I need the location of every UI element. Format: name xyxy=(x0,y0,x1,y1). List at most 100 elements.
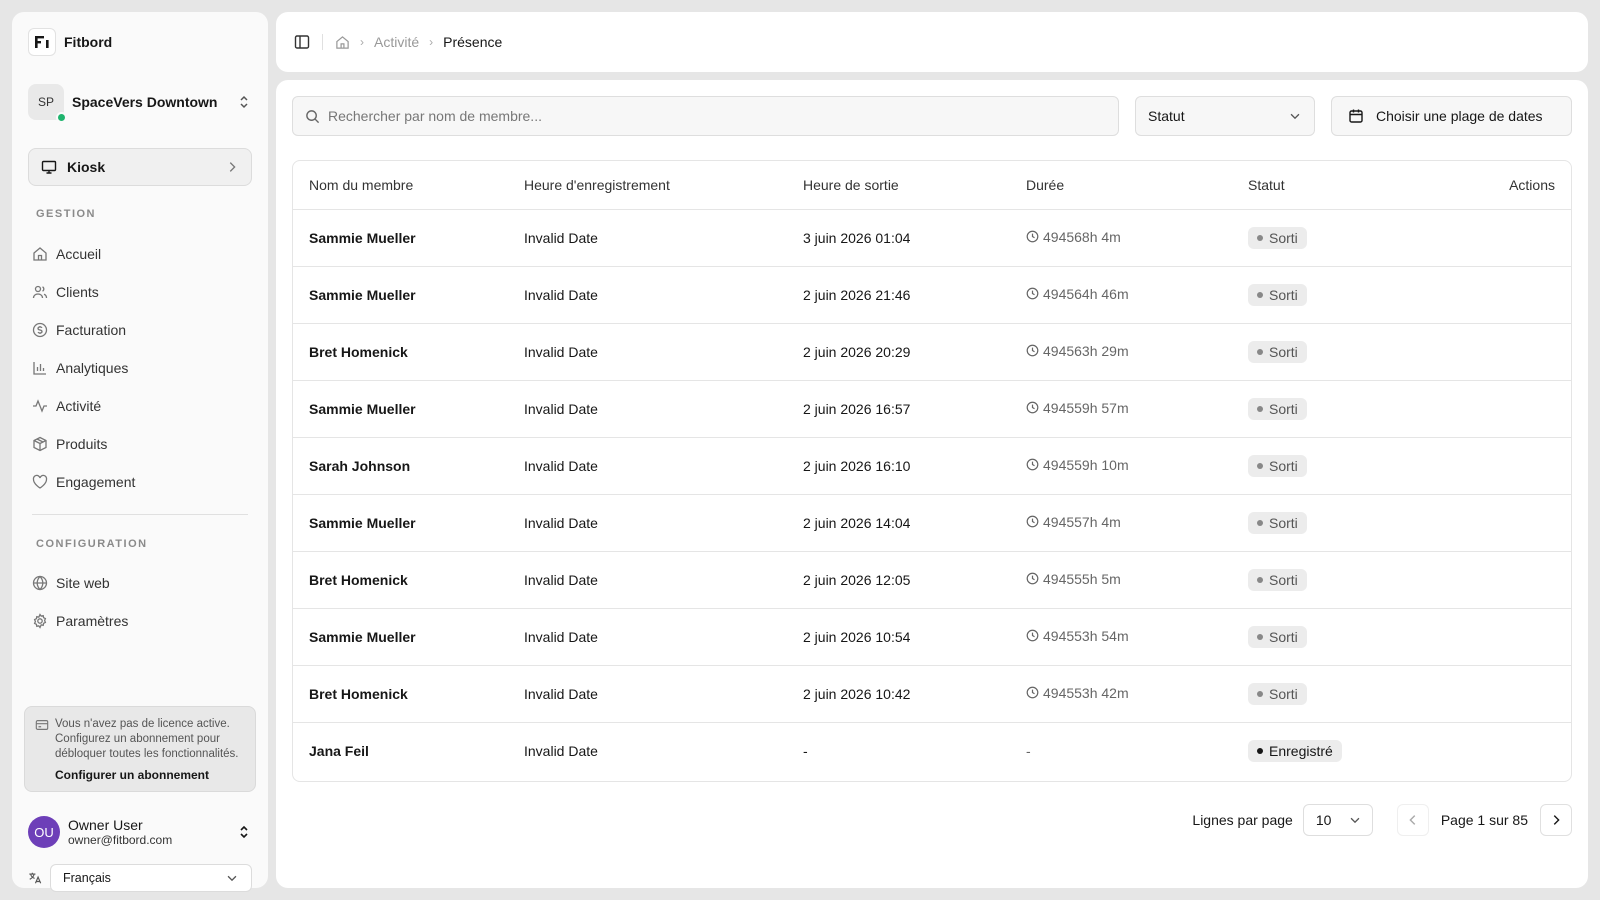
status-cell: Sorti xyxy=(1232,380,1412,438)
organization-switcher[interactable]: SP SpaceVers Downtown xyxy=(28,82,252,123)
duration-cell: 494555h 5m xyxy=(1010,551,1232,609)
checkin-cell: Invalid Date xyxy=(508,266,787,324)
user-menu[interactable]: OU Owner User owner@fitbord.com xyxy=(28,814,252,850)
clock-icon xyxy=(1026,629,1039,642)
actions-cell xyxy=(1412,323,1571,381)
language-select[interactable]: Français xyxy=(50,864,252,892)
language-row: Français xyxy=(28,864,252,892)
member-name-cell: Bret Homenick xyxy=(293,665,508,723)
status-filter-label: Statut xyxy=(1148,108,1185,124)
status-dot xyxy=(1257,519,1263,526)
clock-icon xyxy=(1026,515,1039,528)
table-row[interactable]: Jana Feil Invalid Date - - Enregistré xyxy=(293,722,1571,779)
main-content: Statut Choisir une plage de dates Nom du… xyxy=(276,80,1588,888)
next-page-button[interactable] xyxy=(1540,804,1572,836)
sidebar-item-accueil[interactable]: Accueil xyxy=(32,239,252,269)
status-dot xyxy=(1257,576,1263,583)
activity-icon xyxy=(33,399,47,413)
home-icon[interactable] xyxy=(335,35,350,50)
duration-cell: 494568h 4m xyxy=(1010,209,1232,267)
sidebar-item-parametres[interactable]: Paramètres xyxy=(32,606,252,636)
configure-subscription-link[interactable]: Configurer un abonnement xyxy=(55,768,245,784)
checkout-cell: 2 juin 2026 21:46 xyxy=(787,266,1010,324)
status-badge: Sorti xyxy=(1248,283,1307,306)
previous-page-button[interactable] xyxy=(1396,804,1429,836)
rows-per-page-select[interactable]: 10 xyxy=(1302,804,1373,836)
status-cell: Enregistré xyxy=(1232,722,1412,779)
sidebar-item-site-web[interactable]: Site web xyxy=(32,568,252,598)
org-initials: SP xyxy=(37,95,54,109)
sidebar-toggle-icon[interactable] xyxy=(294,34,310,50)
status-cell: Sorti xyxy=(1232,551,1412,609)
clock-icon xyxy=(1026,401,1039,414)
actions-cell xyxy=(1412,551,1571,609)
chevron-right-icon xyxy=(229,162,236,172)
table-row[interactable]: Sammie Mueller Invalid Date 2 juin 2026 … xyxy=(293,494,1571,552)
date-range-button[interactable]: Choisir une plage de dates xyxy=(1331,96,1572,136)
table-row[interactable]: Sammie Mueller Invalid Date 3 juin 2026 … xyxy=(293,209,1571,267)
clock-icon xyxy=(1026,287,1039,300)
sidebar-item-label: Paramètres xyxy=(56,613,129,629)
member-name-cell: Bret Homenick xyxy=(293,551,508,609)
sidebar-item-activite[interactable]: Activité xyxy=(32,391,252,421)
table-row[interactable]: Sammie Mueller Invalid Date 2 juin 2026 … xyxy=(293,608,1571,666)
table-row[interactable]: Sammie Mueller Invalid Date 2 juin 2026 … xyxy=(293,380,1571,438)
status-label: Sorti xyxy=(1269,457,1298,474)
checkin-cell: Invalid Date xyxy=(508,380,787,438)
duration-value: 494559h 57m xyxy=(1043,399,1129,416)
status-dot xyxy=(1257,234,1263,241)
status-badge: Sorti xyxy=(1248,397,1307,420)
sidebar-item-label: Produits xyxy=(56,436,108,452)
table-row[interactable]: Bret Homenick Invalid Date 2 juin 2026 2… xyxy=(293,323,1571,381)
table-row[interactable]: Sarah Johnson Invalid Date 2 juin 2026 1… xyxy=(293,437,1571,495)
status-filter-select[interactable]: Statut xyxy=(1135,96,1315,136)
calendar-icon xyxy=(1349,109,1363,123)
actions-cell xyxy=(1412,608,1571,666)
column-header-name[interactable]: Nom du membre xyxy=(293,161,508,210)
table-row[interactable]: Sammie Mueller Invalid Date 2 juin 2026 … xyxy=(293,266,1571,324)
chevrons-up-down-icon xyxy=(240,95,248,109)
chevrons-up-down-icon xyxy=(240,825,248,839)
dollar-icon xyxy=(32,322,48,338)
duration-value: 494568h 4m xyxy=(1043,228,1121,245)
sidebar-item-produits[interactable]: Produits xyxy=(32,429,252,459)
clock-icon xyxy=(1026,230,1039,243)
sidebar-item-engagement[interactable]: Engagement xyxy=(32,467,252,497)
chevron-down-icon xyxy=(1350,817,1360,824)
duration-value: 494564h 46m xyxy=(1043,285,1129,302)
duration-cell: 494553h 54m xyxy=(1010,608,1232,666)
gear-icon xyxy=(33,613,47,629)
status-label: Sorti xyxy=(1269,628,1298,645)
date-range-label: Choisir une plage de dates xyxy=(1376,108,1543,124)
checkin-cell: Invalid Date xyxy=(508,665,787,723)
brand[interactable]: Fitbord xyxy=(28,28,112,56)
sidebar-item-analytiques[interactable]: Analytiques xyxy=(32,353,252,383)
checkin-cell: Invalid Date xyxy=(508,494,787,552)
sidebar-divider xyxy=(32,514,248,515)
column-header-duration[interactable]: Durée xyxy=(1010,161,1232,210)
duration-cell: 494553h 42m xyxy=(1010,665,1232,723)
clock-icon xyxy=(1026,686,1039,699)
brand-name: Fitbord xyxy=(64,34,113,50)
kiosk-button[interactable]: Kiosk xyxy=(28,148,252,186)
translate-icon xyxy=(29,872,42,884)
breadcrumb-separator-icon: › xyxy=(360,35,364,49)
checkin-cell: Invalid Date xyxy=(508,437,787,495)
column-header-status[interactable]: Statut xyxy=(1232,161,1412,210)
table-row[interactable]: Bret Homenick Invalid Date 2 juin 2026 1… xyxy=(293,551,1571,609)
actions-cell xyxy=(1412,437,1571,495)
status-dot xyxy=(1257,348,1263,355)
home-icon xyxy=(33,247,47,261)
checkout-cell: - xyxy=(803,742,808,759)
checkout-cell: 2 juin 2026 12:05 xyxy=(787,551,1010,609)
sidebar-item-facturation[interactable]: Facturation xyxy=(32,315,252,345)
checkin-cell: Invalid Date xyxy=(508,323,787,381)
status-cell: Sorti xyxy=(1232,209,1412,267)
breadcrumb-activite[interactable]: Activité xyxy=(374,34,419,50)
search-input[interactable] xyxy=(328,108,1118,124)
column-header-checkout[interactable]: Heure de sortie xyxy=(787,161,1010,210)
sidebar-item-clients[interactable]: Clients xyxy=(32,277,252,307)
table-row[interactable]: Bret Homenick Invalid Date 2 juin 2026 1… xyxy=(293,665,1571,723)
duration-value: 494559h 10m xyxy=(1043,456,1129,473)
column-header-checkin[interactable]: Heure d'enregistrement xyxy=(508,161,787,210)
